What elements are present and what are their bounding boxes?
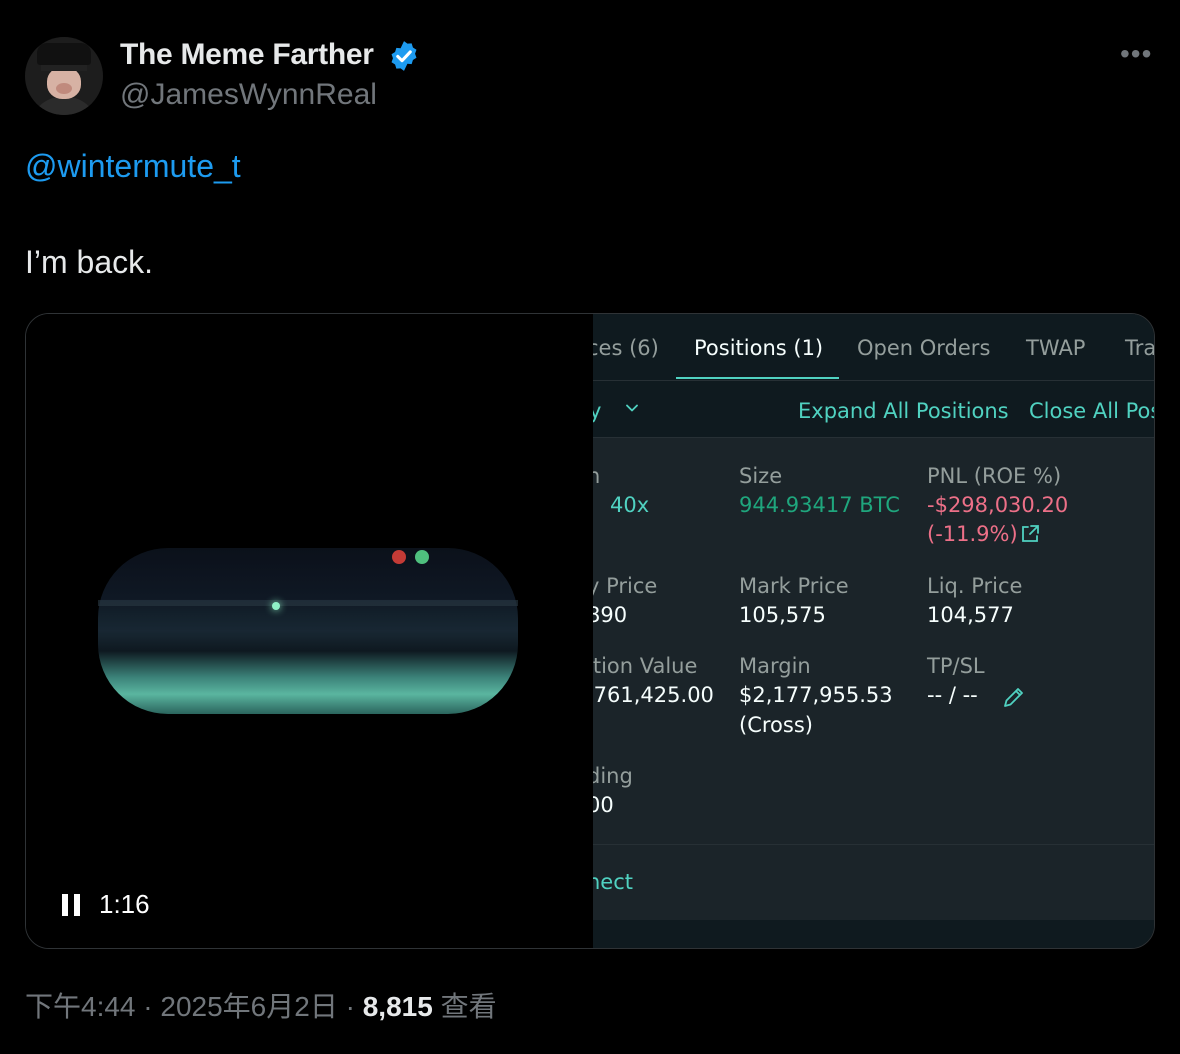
margin-value: $2,177,955.53 bbox=[739, 683, 893, 707]
share-external-icon[interactable] bbox=[1019, 523, 1041, 545]
close-all-positions-button[interactable]: Close All Pos bbox=[1029, 399, 1154, 423]
red-indicator-light bbox=[392, 550, 406, 564]
liq-price-label: Liq. Price bbox=[927, 574, 1023, 598]
more-options-icon[interactable]: ••• bbox=[1120, 40, 1156, 68]
pause-icon[interactable] bbox=[62, 894, 82, 916]
expand-all-positions-button[interactable]: Expand All Positions bbox=[798, 399, 1009, 423]
tab-trade-history[interactable]: Tra bbox=[1125, 336, 1154, 360]
tab-balances[interactable]: ces (6) bbox=[593, 336, 659, 360]
entry-price-value: 890 bbox=[593, 603, 628, 627]
avatar-hat bbox=[37, 43, 91, 65]
video-player[interactable]: 1:16 ces (6) Positions (1) Open Orders T… bbox=[25, 313, 1155, 949]
mark-price-label: Mark Price bbox=[739, 574, 849, 598]
funding-label: ding bbox=[593, 764, 633, 788]
panel-divider bbox=[593, 844, 1154, 845]
display-name[interactable]: The Meme Farther bbox=[120, 38, 374, 72]
position-value-label: ition Value bbox=[593, 654, 698, 678]
mention-link[interactable]: @wintermute_t bbox=[25, 148, 241, 185]
leverage-value: 40x bbox=[610, 493, 650, 517]
tpsl-label: TP/SL bbox=[927, 654, 985, 678]
coin-side-marker: : bbox=[593, 493, 594, 517]
trading-positions-panel: ces (6) Positions (1) Open Orders TWAP T… bbox=[593, 314, 1154, 948]
pnl-roe: (-11.9%) bbox=[927, 522, 1018, 546]
liq-price-value: 104,577 bbox=[927, 603, 1014, 627]
pnl-label: PNL (ROE %) bbox=[927, 464, 1062, 488]
tweet-date[interactable]: 2025年6月2日 bbox=[160, 991, 337, 1022]
size-label: Size bbox=[739, 464, 783, 488]
size-value: 944.93417 BTC bbox=[739, 493, 900, 517]
pnl-value: -$298,030.20 bbox=[927, 493, 1069, 517]
tab-positions[interactable]: Positions (1) bbox=[694, 336, 823, 360]
connect-link[interactable]: nect bbox=[593, 870, 633, 894]
coin-label: n bbox=[593, 464, 600, 488]
active-tab-indicator bbox=[676, 377, 839, 379]
tab-open-orders[interactable]: Open Orders bbox=[857, 336, 990, 360]
positions-toolbar: y Expand All Positions Close All Pos bbox=[593, 380, 1154, 438]
entry-price-label: y Price bbox=[593, 574, 658, 598]
margin-label: Margin bbox=[739, 654, 811, 678]
avatar-suit bbox=[31, 97, 97, 115]
distant-light bbox=[272, 602, 280, 610]
tweet-text: I’m back. bbox=[25, 244, 154, 280]
funding-value: 00 bbox=[593, 793, 614, 817]
user-handle[interactable]: @JamesWynnReal bbox=[120, 78, 377, 112]
position-value: ,761,425.00 bbox=[593, 683, 714, 707]
green-indicator-light bbox=[415, 550, 429, 564]
tweet-metadata: 下午4:44 · 2025年6月2日 · 8,815 查看 bbox=[25, 985, 497, 1025]
video-frame: 1:16 bbox=[26, 314, 593, 948]
meta-separator: · bbox=[345, 991, 355, 1022]
panel-footer bbox=[593, 920, 1154, 948]
edit-pencil-icon[interactable] bbox=[1001, 684, 1027, 710]
chevron-down-icon[interactable] bbox=[625, 401, 639, 415]
tpsl-value: -- / -- bbox=[927, 683, 978, 707]
views-label: 查看 bbox=[440, 991, 497, 1022]
meta-separator: · bbox=[143, 991, 153, 1022]
panel-tabs: ces (6) Positions (1) Open Orders TWAP T… bbox=[593, 314, 1154, 380]
filter-dropdown[interactable]: y bbox=[593, 399, 601, 423]
avatar[interactable] bbox=[25, 37, 103, 115]
tab-twap[interactable]: TWAP bbox=[1026, 336, 1085, 360]
margin-mode: (Cross) bbox=[739, 713, 813, 737]
airplane-window-image bbox=[98, 548, 518, 714]
verified-badge-icon bbox=[391, 41, 417, 71]
mark-price-value: 105,575 bbox=[739, 603, 826, 627]
tweet-time[interactable]: 下午4:44 bbox=[25, 991, 136, 1022]
views-count: 8,815 bbox=[362, 991, 433, 1022]
avatar-snout bbox=[56, 83, 72, 94]
video-duration: 1:16 bbox=[99, 889, 150, 919]
